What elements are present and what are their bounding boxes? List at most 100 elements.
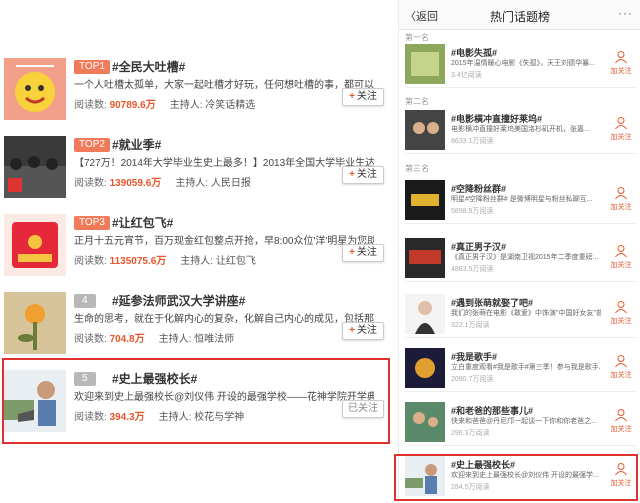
list-item[interactable]: 4 #延参法师武汉大学讲座# 生命的思考，就在于化解内心的复杂，化解自己内心的成… — [4, 292, 390, 364]
host-label: 主持人: — [175, 178, 209, 189]
topic-thumbnail[interactable] — [405, 402, 445, 442]
read-count: 2090.7万阅读 — [451, 376, 494, 383]
follow-label: 关注 — [356, 325, 377, 336]
topic-meta: 阅读数: 1135075.6万 主持人: 让红包飞 — [74, 252, 256, 267]
host-name[interactable]: 人民日报 — [211, 178, 251, 189]
list-item[interactable]: #电影失孤# 2015年温情暖心电影《失孤》，天王刘德华暴... 3.4亿阅读 … — [405, 42, 637, 88]
topic-description: 一个人吐槽太孤单，大家一起吐槽才好玩，任何想吐槽的事，都可以被… — [74, 80, 374, 91]
follow-button[interactable]: 加关注 — [607, 408, 635, 434]
highlight-box — [394, 454, 638, 501]
topic-thumbnail[interactable] — [405, 180, 445, 220]
follow-label: 加关注 — [610, 204, 632, 211]
follow-label: 加关注 — [610, 262, 632, 269]
read-count: 704.8万 — [109, 334, 145, 345]
follow-label: 关注 — [356, 91, 377, 102]
topic-description: 快来和爸爸@丹尼邝一起谈一下你和你老爸之... — [451, 418, 597, 425]
read-count: 90789.6万 — [109, 100, 156, 111]
read-count: 322.1万阅读 — [451, 322, 490, 329]
user-add-icon — [615, 187, 627, 200]
list-item[interactable]: #真正男子汉# 《真正男子汉》是湖南卫视2015年二季度重磅... 4883.5… — [405, 236, 637, 282]
topic-description: 生命的思考，就在于化解内心的复杂，化解自己内心的成见，包括那些… — [74, 314, 374, 325]
follow-label: 加关注 — [610, 372, 632, 379]
read-count-label: 阅读数: — [74, 334, 107, 345]
rank-badge: TOP2 — [74, 138, 110, 152]
topic-title[interactable]: #延参法师武汉大学讲座# — [112, 292, 245, 309]
user-add-icon — [615, 117, 627, 130]
follow-button[interactable]: + 关注 — [342, 88, 384, 106]
list-item[interactable]: #我是歌手# 立白重度观看#我是歌手#第三季！参与我是歌手... 2090.7万… — [405, 346, 637, 392]
topic-thumbnail[interactable] — [405, 238, 445, 278]
topic-description: 我们的张萌在电影《敢爱》中饰演"中国好女友"普... — [451, 310, 601, 317]
topic-thumbnail[interactable] — [405, 44, 445, 84]
read-count: 3.4亿阅读 — [451, 72, 482, 79]
follow-label: 加关注 — [610, 68, 632, 75]
topic-description: 立白重度观看#我是歌手#第三季！参与我是歌手... — [451, 364, 601, 371]
list-item[interactable]: #和老爸的那些事儿# 快来和爸爸@丹尼邝一起谈一下你和你老爸之... 296.3… — [405, 400, 637, 446]
read-count: 296.3万阅读 — [451, 430, 490, 437]
follow-button[interactable]: 加关注 — [607, 354, 635, 380]
list-item[interactable]: TOP2 #就业季# 【727万！2014年大学毕业生史上最多！】2013年全国… — [4, 136, 390, 208]
read-count: 8633.1万阅读 — [451, 138, 494, 145]
follow-button[interactable]: 加关注 — [607, 50, 635, 76]
topic-description: 明星#空降粉丝群# 是微博明星与粉丝私聊互... — [451, 196, 593, 203]
host-label: 主持人: — [158, 334, 192, 345]
topic-description: 正月十五元宵节，百万现金红包整点开抢，早8:00众位'洋'明星为您助… — [74, 236, 374, 247]
user-add-icon — [615, 51, 627, 64]
user-add-icon — [615, 301, 627, 314]
host-label: 主持人: — [180, 256, 214, 267]
follow-button[interactable]: + 关注 — [342, 322, 384, 340]
topic-title[interactable]: #就业季# — [112, 136, 161, 153]
follow-label: 加关注 — [610, 426, 632, 433]
plus-icon: + — [349, 325, 355, 336]
follow-label: 关注 — [356, 169, 377, 180]
topic-thumbnail[interactable] — [4, 136, 66, 198]
hot-topics-panel: 〈返回 热门话题榜 ··· 第一名 #电影失孤# 2015年温情暖心电影《失孤》… — [398, 0, 640, 503]
rank-badge: TOP3 — [74, 216, 110, 230]
user-add-icon — [615, 409, 627, 422]
plus-icon: + — [349, 247, 355, 258]
topic-title[interactable]: #全民大吐槽# — [112, 58, 185, 75]
read-count-label: 阅读数: — [74, 178, 107, 189]
follow-label: 关注 — [356, 247, 377, 258]
list-item[interactable]: #电影横冲直撞好莱坞# 电影横冲直撞好莱坞美国洛杉矶开机，张嘉... 8633.… — [405, 108, 637, 154]
topic-meta: 阅读数: 90789.6万 主持人: 冷笑话精选 — [74, 96, 255, 111]
topic-thumbnail[interactable] — [4, 292, 66, 354]
follow-button[interactable]: 加关注 — [607, 116, 635, 142]
host-name[interactable]: 冷笑话精选 — [205, 100, 255, 111]
list-item[interactable]: TOP3 #让红包飞# 正月十五元宵节，百万现金红包整点开抢，早8:00众位'洋… — [4, 214, 390, 286]
host-name[interactable]: 让红包飞 — [216, 256, 256, 267]
read-count-label: 阅读数: — [74, 100, 107, 111]
topic-ranking-list: TOP1 #全民大吐槽# 一个人吐槽太孤单，大家一起吐槽才好玩，任何想吐槽的事，… — [0, 58, 392, 450]
user-add-icon — [615, 355, 627, 368]
host-name[interactable]: 恒唯法师 — [194, 334, 234, 345]
read-count: 139059.6万 — [109, 178, 162, 189]
top-bar: 〈返回 热门话题榜 ··· — [399, 0, 640, 30]
list-item[interactable]: TOP1 #全民大吐槽# 一个人吐槽太孤单，大家一起吐槽才好玩，任何想吐槽的事，… — [4, 58, 390, 130]
rank-badge: TOP1 — [74, 60, 110, 74]
topic-thumbnail[interactable] — [405, 110, 445, 150]
list-item[interactable]: #遇到张萌就娶了吧# 我们的张萌在电影《敢爱》中饰演"中国好女友"普... 32… — [405, 292, 637, 338]
section-label: 第二名 — [405, 97, 429, 106]
section-label: 第三名 — [405, 164, 429, 173]
read-count: 1135075.6万 — [109, 256, 167, 267]
host-label: 主持人: — [169, 100, 203, 111]
topic-title[interactable]: #让红包飞# — [112, 214, 173, 231]
topic-thumbnail[interactable] — [4, 214, 66, 276]
read-count: 5898.5万阅读 — [451, 208, 494, 215]
follow-button[interactable]: 加关注 — [607, 186, 635, 212]
read-count-label: 阅读数: — [74, 256, 107, 267]
follow-label: 加关注 — [610, 134, 632, 141]
highlight-box — [2, 358, 390, 444]
follow-label: 加关注 — [610, 318, 632, 325]
follow-button[interactable]: 加关注 — [607, 244, 635, 270]
topic-thumbnail[interactable] — [4, 58, 66, 120]
list-item[interactable]: #空降粉丝群# 明星#空降粉丝群# 是微博明星与粉丝私聊互... 5898.5万… — [405, 178, 637, 224]
topic-thumbnail[interactable] — [405, 348, 445, 388]
more-icon[interactable]: ··· — [618, 6, 633, 20]
plus-icon: + — [349, 91, 355, 102]
follow-button[interactable]: 加关注 — [607, 300, 635, 326]
follow-button[interactable]: + 关注 — [342, 244, 384, 262]
follow-button[interactable]: + 关注 — [342, 166, 384, 184]
rank-badge: 4 — [74, 294, 96, 308]
topic-thumbnail[interactable] — [405, 294, 445, 334]
